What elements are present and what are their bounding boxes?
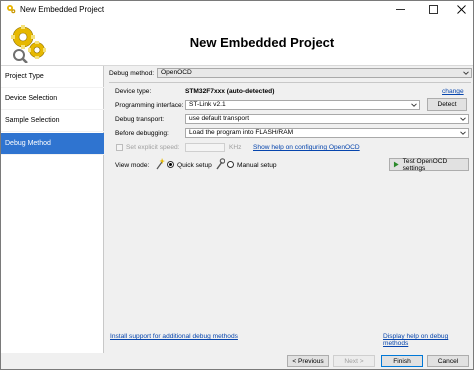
debug-method-label: Debug method: (109, 70, 155, 77)
chevron-down-icon (460, 131, 466, 135)
explicit-speed-label: Set explicit speed: (126, 144, 180, 151)
openocd-help-link[interactable]: Show help on configuring OpenOCD (253, 144, 360, 151)
detect-button[interactable]: Detect (427, 98, 467, 111)
wizard-footer: < Previous Next > Finish Cancel (1, 353, 473, 369)
close-icon (456, 5, 466, 14)
install-debug-methods-link[interactable]: Install support for additional debug met… (110, 333, 238, 340)
app-gears-icon (7, 5, 16, 14)
debug-transport-select[interactable]: use default transport (185, 114, 469, 124)
openocd-settings-group: Device type: STM32F7xxx (auto-detected) … (109, 82, 471, 347)
manual-setup-label[interactable]: Manual setup (237, 162, 277, 169)
wizard-window: New Embedded Project New Embedded Projec… (0, 0, 474, 370)
debug-method-panel: Debug method: OpenOCD Device type: STM32… (105, 66, 473, 353)
explicit-speed-checkbox[interactable] (116, 144, 123, 151)
debug-method-select[interactable]: OpenOCD (157, 68, 472, 78)
wand-icon (156, 158, 165, 170)
sidebar-item-sample-selection[interactable]: Sample Selection (1, 110, 104, 132)
header-banner: New Embedded Project (1, 18, 473, 66)
maximize-icon (428, 5, 438, 14)
sidebar-item-device-selection[interactable]: Device Selection (1, 88, 104, 110)
minimize-button[interactable] (386, 1, 414, 18)
programming-interface-label: Programming interface: (115, 102, 184, 109)
device-type-value: STM32F7xxx (auto-detected) (185, 88, 275, 95)
manual-setup-radio[interactable] (227, 161, 234, 168)
before-debugging-label: Before debugging: (115, 130, 169, 137)
finish-button[interactable]: Finish (381, 355, 423, 367)
quick-setup-label[interactable]: Quick setup (177, 162, 212, 169)
test-openocd-button[interactable]: Test OpenOCD settings (389, 157, 469, 172)
close-button[interactable] (447, 1, 474, 18)
window-title: New Embedded Project (20, 5, 105, 14)
maximize-button[interactable] (419, 1, 447, 18)
programming-interface-select[interactable]: ST-Link v2.1 (185, 100, 420, 110)
explicit-speed-input[interactable] (185, 143, 225, 152)
play-icon (393, 161, 399, 168)
sidebar-item-debug-method[interactable]: Debug Method (1, 133, 104, 155)
chevron-down-icon (463, 71, 469, 75)
wrench-icon (216, 158, 225, 170)
speed-unit-label: KHz (229, 144, 242, 151)
debug-transport-value: use default transport (189, 115, 250, 122)
chevron-down-icon (411, 103, 417, 107)
change-device-link[interactable]: change (442, 88, 464, 95)
programming-interface-value: ST-Link v2.1 (189, 101, 226, 108)
before-debugging-value: Load the program into FLASH/RAM (189, 129, 294, 136)
sidebar-item-project-type[interactable]: Project Type (1, 66, 104, 88)
view-mode-label: View mode: (115, 162, 150, 169)
next-button[interactable]: Next > (333, 355, 375, 367)
display-debug-help-link[interactable]: Display help on debug methods (383, 333, 471, 347)
previous-button[interactable]: < Previous (287, 355, 329, 367)
debug-method-value: OpenOCD (161, 69, 192, 76)
wizard-steps-sidebar: Project Type Device Selection Sample Sel… (1, 66, 104, 353)
quick-setup-radio[interactable] (167, 161, 174, 168)
minimize-icon (395, 9, 405, 10)
page-title: New Embedded Project (189, 35, 335, 50)
title-bar: New Embedded Project (1, 1, 473, 18)
chevron-down-icon (460, 117, 466, 121)
cancel-button[interactable]: Cancel (427, 355, 469, 367)
device-type-label: Device type: (115, 88, 152, 95)
test-openocd-label: Test OpenOCD settings (402, 157, 448, 172)
debug-transport-label: Debug transport: (115, 116, 165, 123)
before-debugging-select[interactable]: Load the program into FLASH/RAM (185, 128, 469, 138)
